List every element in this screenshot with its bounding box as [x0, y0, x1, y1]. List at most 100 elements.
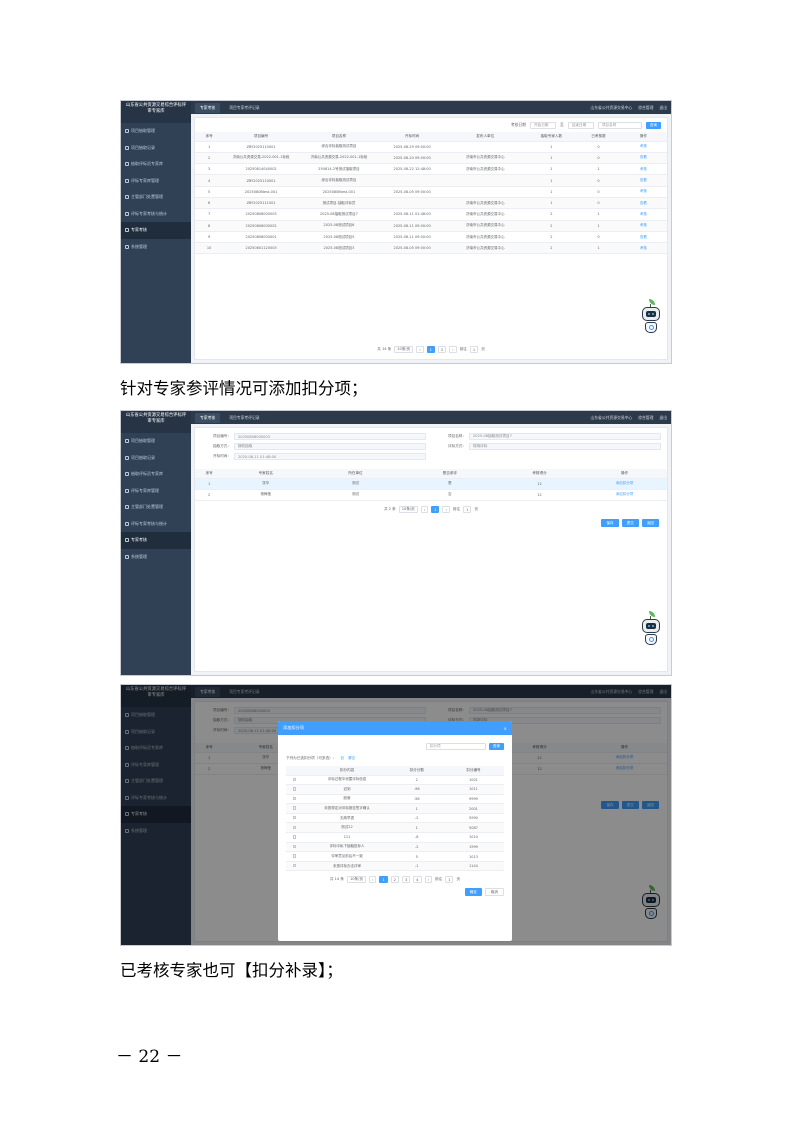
goto-page-input[interactable]: 1	[445, 876, 454, 884]
next-page-icon[interactable]: ›	[442, 506, 450, 514]
page-number-button[interactable]: 1	[426, 346, 435, 353]
deduction-search-button[interactable]: 查询	[488, 743, 504, 750]
sidebar-item[interactable]: 项目抽取管理	[121, 433, 191, 450]
prev-page-icon[interactable]: ‹	[368, 876, 377, 884]
sidebar-item[interactable]: 专家考核	[121, 532, 191, 549]
org-name[interactable]: 山东省公共资源交易中心	[590, 105, 632, 111]
deduction-search-input[interactable]: 扣分项	[425, 743, 486, 750]
cancel-button[interactable]: 取消	[484, 888, 504, 897]
goto-page-input[interactable]: 1	[469, 346, 479, 353]
checkbox[interactable]	[292, 825, 297, 830]
sidebar-item[interactable]: 评标专家库管理	[121, 173, 191, 190]
page-number-button[interactable]: 2	[390, 876, 399, 884]
org-name[interactable]: 山东省公共资源交易中心	[590, 415, 632, 421]
page-number-button[interactable]: 2	[437, 346, 447, 353]
row-checkbox-cell[interactable]	[286, 784, 304, 795]
row-checkbox-cell[interactable]	[286, 861, 304, 872]
checkbox[interactable]	[292, 815, 297, 820]
keyword-input[interactable]: 项目名称	[597, 121, 642, 129]
row-action-link[interactable]: 考核	[619, 220, 667, 232]
date-start-input[interactable]: 开始日期	[530, 121, 557, 129]
row-action-link[interactable]: 查看	[619, 197, 667, 210]
row-checkbox-cell[interactable]	[286, 803, 304, 814]
assistant-robot-icon[interactable]	[639, 299, 663, 337]
page-size-select[interactable]: 10条/页	[346, 876, 366, 884]
row-checkbox-cell[interactable]	[286, 832, 304, 843]
logout-link[interactable]: 退出	[659, 415, 667, 421]
checkbox[interactable]	[292, 854, 297, 858]
sidebar-item[interactable]: 项目抽取管理	[121, 123, 191, 140]
sidebar-item[interactable]: 主管部门处置管理	[121, 189, 191, 206]
sidebar-item[interactable]: 项目抽取记录	[121, 450, 191, 467]
row-action-link[interactable]: 考核	[619, 163, 667, 176]
table-cell: 1	[525, 152, 578, 165]
form-value[interactable]: 2025-08抽取测试项目7	[469, 433, 661, 440]
sidebar-item[interactable]: 评标专家考核与统计	[121, 516, 191, 533]
row-checkbox-cell[interactable]	[286, 822, 304, 834]
checkbox[interactable]	[292, 796, 297, 801]
form-value[interactable]: 20250806000003	[234, 433, 426, 440]
back-button[interactable]: 返回	[641, 519, 659, 528]
page-number-button[interactable]: 1	[431, 506, 440, 514]
row-action-link[interactable]: 添加扣分项	[582, 478, 667, 490]
row-action-link[interactable]: 考核	[619, 186, 667, 198]
row-action-link[interactable]: 查看	[619, 231, 667, 244]
tab-assessment-records[interactable]: 项目专家考评记录	[224, 103, 264, 113]
sidebar-item[interactable]: 抽取评标员专家库	[121, 466, 191, 483]
checkbox[interactable]	[292, 835, 297, 839]
admin-link[interactable]: 综合管理	[638, 415, 653, 421]
date-end-input[interactable]: 结束日期	[567, 121, 594, 129]
row-action-link[interactable]: 查看	[619, 152, 667, 165]
page-number-button[interactable]: 1	[379, 876, 388, 884]
checkbox[interactable]	[292, 777, 297, 782]
tab-expert-assessment[interactable]: 专家考核	[195, 412, 221, 423]
tab-assessment-records[interactable]: 项目专家考评记录	[224, 413, 264, 423]
search-button[interactable]: 查询	[645, 121, 661, 129]
logout-link[interactable]: 退出	[659, 105, 667, 111]
menu-icon	[125, 129, 129, 134]
page-number-button[interactable]: 4	[413, 876, 422, 884]
checkbox[interactable]	[292, 806, 297, 810]
checkbox[interactable]	[292, 844, 297, 849]
save-button[interactable]: 保存	[601, 519, 619, 528]
close-icon[interactable]: ×	[503, 726, 507, 731]
row-action-link[interactable]: 考核	[619, 141, 667, 153]
goto-page-input[interactable]: 1	[463, 506, 472, 514]
next-page-icon[interactable]: ›	[449, 346, 457, 353]
sidebar-item[interactable]: 评标专家库管理	[121, 483, 191, 500]
row-checkbox-cell[interactable]	[286, 794, 304, 805]
form-value[interactable]: 随机抽取	[234, 443, 426, 450]
checkbox[interactable]	[292, 863, 297, 868]
sidebar-item[interactable]: 系统管理	[121, 239, 191, 256]
sidebar-item[interactable]: 评标专家考核与统计	[121, 206, 191, 223]
tab-expert-assessment[interactable]: 专家考核	[195, 102, 221, 113]
prev-page-icon[interactable]: ‹	[420, 506, 429, 514]
row-checkbox-cell[interactable]	[286, 813, 304, 824]
row-checkbox-cell[interactable]	[286, 775, 304, 786]
page-size-select[interactable]: 10条/页	[398, 506, 418, 514]
row-checkbox-cell[interactable]	[286, 851, 304, 862]
page-number-button[interactable]: 3	[401, 876, 411, 884]
sidebar-item[interactable]: 系统管理	[121, 549, 191, 566]
clear-selection-link[interactable]: 清空	[348, 756, 355, 761]
checkbox[interactable]	[292, 787, 297, 791]
sidebar-item[interactable]: 主管部门处置管理	[121, 499, 191, 516]
hint-link-a[interactable]: 自	[340, 756, 344, 761]
form-value[interactable]: 2025-08-11 01:48:00	[234, 453, 426, 460]
sidebar-item[interactable]: 项目抽取记录	[121, 140, 191, 157]
sidebar-item[interactable]: 抽取评标员专家库	[121, 156, 191, 173]
admin-link[interactable]: 综合管理	[638, 105, 653, 111]
row-action-link[interactable]: 添加扣分项	[582, 489, 667, 502]
row-action-link[interactable]: 考核	[619, 242, 667, 255]
next-page-icon[interactable]: ›	[424, 876, 432, 884]
page-size-select[interactable]: 10条/页	[394, 346, 414, 353]
sidebar-item[interactable]: 专家考核	[121, 222, 191, 239]
prev-page-icon[interactable]: ‹	[416, 346, 424, 353]
row-action-link[interactable]: 考核	[619, 208, 667, 221]
submit-button[interactable]: 提交	[621, 519, 639, 528]
confirm-button[interactable]: 确定	[464, 888, 482, 897]
row-checkbox-cell[interactable]	[286, 842, 304, 853]
form-value[interactable]: 现场评标	[469, 443, 661, 450]
row-action-link[interactable]: 查看	[619, 174, 667, 187]
assistant-robot-icon[interactable]	[639, 611, 663, 649]
